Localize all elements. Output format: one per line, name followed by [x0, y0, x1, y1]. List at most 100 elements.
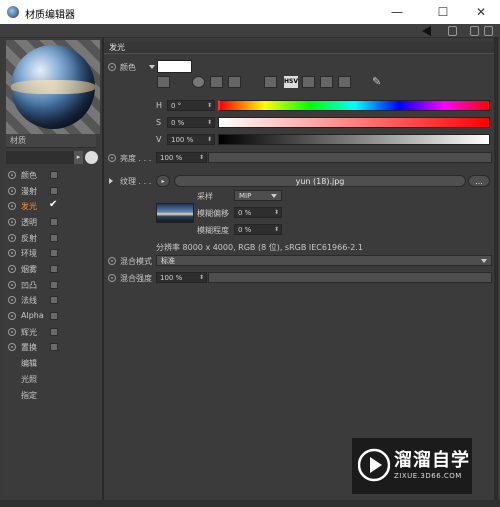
- channel-transparency[interactable]: 透明: [6, 215, 100, 229]
- navigate-icon[interactable]: [448, 26, 457, 36]
- saturation-field[interactable]: 0 % ⬍: [167, 117, 215, 128]
- channel-reflectance[interactable]: 反射: [6, 231, 100, 245]
- brightness-field[interactable]: 100 % ⬍: [156, 152, 207, 163]
- channel-checkbox[interactable]: [50, 343, 58, 351]
- window-title: 材质编辑器: [25, 10, 75, 21]
- channel-label: 颜色: [21, 171, 37, 180]
- radio-icon: [8, 187, 16, 195]
- material-sidebar: 材质 ▸ 颜色 漫射 发光 ✔ 透明 反射 环境 烟雾 凹凸 法线 Alpha …: [4, 38, 102, 500]
- channel-checkbox[interactable]: [50, 171, 58, 179]
- channel-environment[interactable]: 环境: [6, 246, 100, 260]
- sidebar-item-editor[interactable]: 编辑: [21, 358, 37, 369]
- blur-offset-field[interactable]: 0 % ⬍: [234, 207, 282, 218]
- back-arrow-icon[interactable]: [422, 26, 431, 36]
- checkmark-icon[interactable]: ✔: [49, 199, 57, 210]
- sampling-dropdown[interactable]: MIP: [234, 190, 282, 201]
- radio-icon: [8, 171, 16, 179]
- material-preview[interactable]: [6, 40, 100, 134]
- value-slider[interactable]: [218, 134, 490, 145]
- sampling-value: MIP: [239, 192, 252, 200]
- mix-strength-field[interactable]: 100 % ⬍: [156, 272, 207, 283]
- channel-diffusion[interactable]: 漫射: [6, 184, 100, 198]
- mix-strength-animate-radio[interactable]: [108, 274, 116, 282]
- swatches-icon[interactable]: [338, 76, 351, 88]
- saturation-slider[interactable]: [218, 117, 490, 128]
- sidebar-item-assign[interactable]: 指定: [21, 390, 37, 401]
- color-swatch[interactable]: [157, 60, 192, 73]
- value-field[interactable]: 100 % ⬍: [167, 134, 215, 145]
- blur-offset-label: 模糊偏移: [197, 209, 229, 218]
- channel-luminance[interactable]: 发光 ✔: [6, 199, 100, 213]
- new-window-icon[interactable]: [484, 26, 493, 36]
- hue-slider[interactable]: [218, 100, 490, 111]
- channel-alpha[interactable]: Alpha: [6, 309, 100, 323]
- channel-label: 置换: [21, 343, 37, 352]
- close-button[interactable]: ✕: [466, 2, 496, 22]
- material-dropdown[interactable]: [6, 151, 78, 164]
- channel-checkbox[interactable]: [50, 187, 58, 195]
- texture-browse-button[interactable]: ...: [468, 175, 490, 187]
- maximize-button[interactable]: ☐: [428, 2, 458, 22]
- dropdown-arrow-icon[interactable]: ▸: [74, 151, 83, 164]
- channel-checkbox[interactable]: [50, 234, 58, 242]
- saturation-value: 0 %: [171, 119, 185, 127]
- brightness-slider[interactable]: [208, 152, 492, 163]
- channel-glow[interactable]: 辉光: [6, 325, 100, 339]
- spinner-icon[interactable]: ⬍: [207, 118, 212, 128]
- eyedropper-icon[interactable]: ✎: [372, 76, 385, 88]
- mix-mode-value: 标准: [161, 257, 175, 265]
- minimize-button[interactable]: —: [382, 2, 412, 22]
- channel-displacement[interactable]: 置换: [6, 340, 100, 354]
- material-name-field[interactable]: 材质: [6, 134, 96, 148]
- lock-icon[interactable]: [470, 26, 479, 36]
- spinner-icon[interactable]: ⬍: [199, 153, 204, 163]
- channel-bump[interactable]: 凹凸: [6, 278, 100, 292]
- radio-icon: [8, 296, 16, 304]
- picture-icon[interactable]: [228, 76, 241, 88]
- texture-menu-button[interactable]: ▸: [156, 175, 170, 187]
- channel-checkbox[interactable]: [50, 218, 58, 226]
- channel-checkbox[interactable]: [50, 328, 58, 336]
- hsv-mode-button[interactable]: HSV: [284, 76, 298, 88]
- channel-checkbox[interactable]: [50, 265, 58, 273]
- mix-mode-dropdown[interactable]: 标准: [156, 255, 492, 266]
- rgb-mode-icon[interactable]: [264, 76, 277, 88]
- channel-color[interactable]: 颜色: [6, 168, 100, 182]
- spinner-icon[interactable]: ⬍: [274, 225, 279, 235]
- brightness-animate-radio[interactable]: [108, 154, 116, 162]
- material-options-icon[interactable]: [85, 151, 98, 164]
- spinner-icon[interactable]: ⬍: [207, 135, 212, 145]
- panel-edge: [494, 38, 498, 500]
- hue-value: 0 °: [171, 102, 182, 110]
- spinner-icon[interactable]: ⬍: [199, 273, 204, 283]
- kelvin-mode-icon[interactable]: [302, 76, 315, 88]
- color-animate-radio[interactable]: [108, 63, 116, 71]
- spinner-icon[interactable]: ⬍: [207, 101, 212, 111]
- texture-expand-icon[interactable]: [109, 178, 113, 184]
- texture-file-button[interactable]: yun (18).jpg: [174, 175, 466, 187]
- channel-fog[interactable]: 烟雾: [6, 262, 100, 276]
- menu-strip: [0, 24, 500, 38]
- texture-thumbnail[interactable]: [156, 203, 194, 223]
- channel-checkbox[interactable]: [50, 281, 58, 289]
- mix-strength-slider[interactable]: [208, 272, 492, 283]
- channel-checkbox[interactable]: [50, 312, 58, 320]
- image-icon[interactable]: [210, 76, 223, 88]
- hue-field[interactable]: 0 ° ⬍: [167, 100, 215, 111]
- radio-icon: [8, 281, 16, 289]
- channel-label: Alpha: [21, 311, 44, 320]
- channel-normal[interactable]: 法线: [6, 293, 100, 307]
- spinner-icon[interactable]: ⬍: [274, 208, 279, 218]
- mix-mode-animate-radio[interactable]: [108, 257, 116, 265]
- blur-scale-field[interactable]: 0 % ⬍: [234, 224, 282, 235]
- color-wheel-icon[interactable]: [157, 76, 170, 88]
- spectrum-icon[interactable]: [192, 76, 205, 88]
- mixer-icon[interactable]: [320, 76, 333, 88]
- channel-checkbox[interactable]: [50, 249, 58, 257]
- channel-checkbox[interactable]: [50, 296, 58, 304]
- sidebar-item-illumination[interactable]: 光照: [21, 374, 37, 385]
- hue-label: H: [156, 101, 163, 110]
- saturation-label: S: [156, 118, 162, 127]
- color-expand-icon[interactable]: [149, 65, 155, 69]
- channel-label: 法线: [21, 296, 37, 305]
